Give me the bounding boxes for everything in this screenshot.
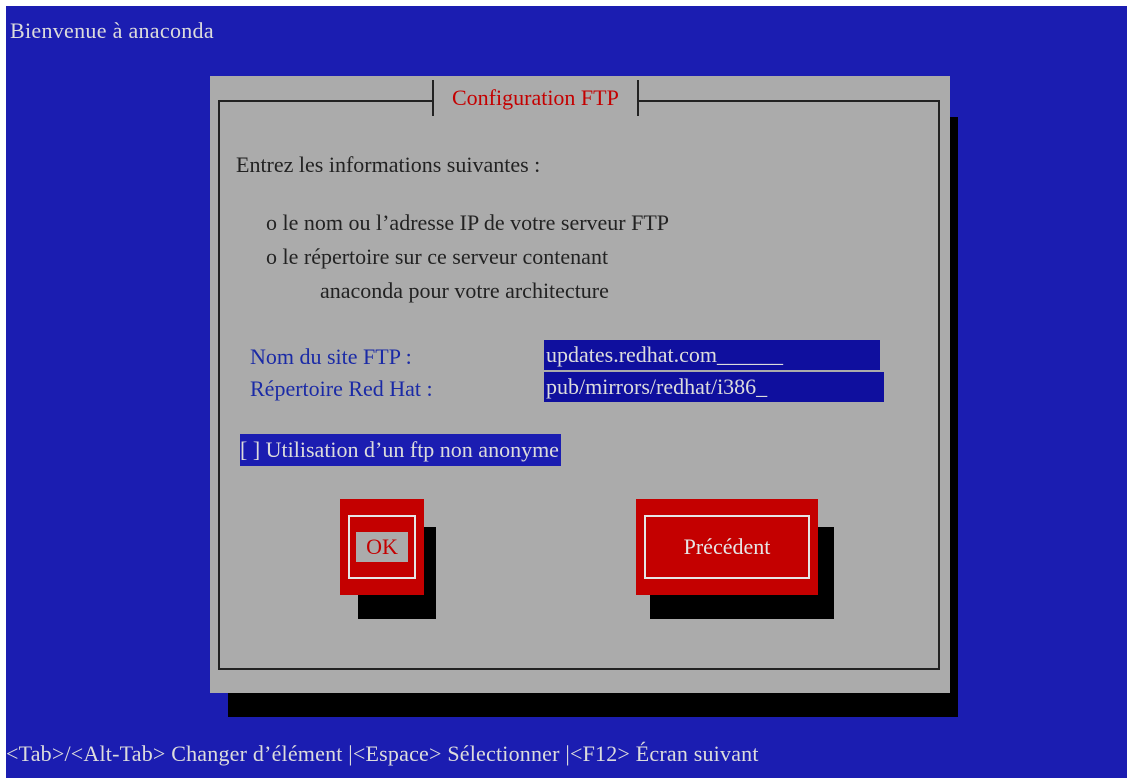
- ok-button[interactable]: OK: [340, 499, 424, 595]
- redhat-directory-label: Répertoire Red Hat :: [250, 376, 433, 401]
- ok-button-frame: OK: [348, 515, 416, 579]
- screen-title: Bienvenue à anaconda: [10, 18, 214, 43]
- instruction-bullet-directory-cont: anaconda pour votre architecture: [320, 278, 609, 303]
- installer-screen: Bienvenue à anaconda Configuration FTP E…: [6, 6, 1127, 778]
- ok-button-label: OK: [356, 532, 408, 562]
- ftp-site-label: Nom du site FTP :: [250, 344, 412, 369]
- back-button[interactable]: Précédent: [636, 499, 818, 595]
- non-anonymous-ftp-checkbox[interactable]: [ ] Utilisation d’un ftp non anonyme: [240, 434, 561, 466]
- ftp-site-input[interactable]: updates.redhat.com______: [544, 340, 880, 370]
- status-bar-help: <Tab>/<Alt-Tab> Changer d’élément |<Espa…: [6, 741, 759, 766]
- instruction-bullet-server: o le nom ou l’adresse IP de votre serveu…: [266, 210, 670, 235]
- dialog-title: Configuration FTP: [432, 80, 639, 116]
- back-button-frame: Précédent: [644, 515, 810, 579]
- dialog-intro: Entrez les informations suivantes :: [236, 152, 541, 177]
- redhat-directory-input[interactable]: pub/mirrors/redhat/i386_: [544, 372, 884, 402]
- ftp-config-dialog: Configuration FTP Entrez les information…: [210, 76, 950, 693]
- back-button-label: Précédent: [683, 534, 771, 559]
- instruction-bullet-directory: o le répertoire sur ce serveur contenant: [266, 244, 609, 269]
